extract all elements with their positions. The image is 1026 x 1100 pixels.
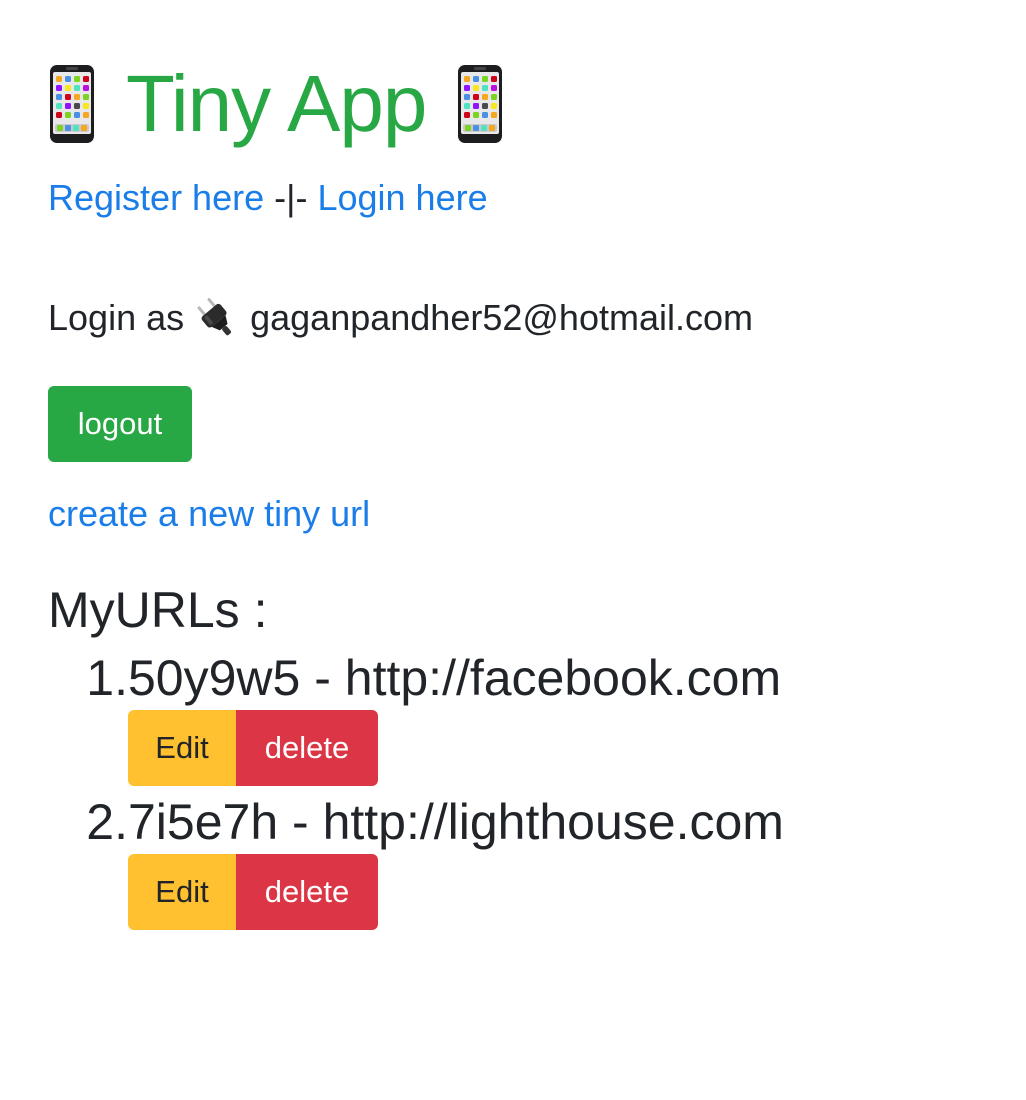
auth-links: Register here -|- Login here (48, 176, 488, 220)
plug-icon (194, 296, 238, 340)
list-item-number: 1. (86, 650, 128, 706)
myurls-heading: MyURLs : (48, 582, 268, 638)
edit-button[interactable]: Edit (128, 710, 236, 786)
mobile-phone-icon (48, 64, 96, 144)
login-link[interactable]: Login here (317, 177, 487, 218)
url-list: 1. 50y9w5 - http://facebook.com Edit del… (48, 646, 1008, 934)
list-item: 1. 50y9w5 - http://facebook.com Edit del… (48, 646, 1008, 790)
logout-button[interactable]: logout (48, 386, 192, 462)
create-url-link[interactable]: create a new tiny url (48, 492, 370, 536)
url-actions: Edit delete (128, 854, 378, 930)
url-entry-text: 7i5e7h - http://lighthouse.com (128, 794, 784, 850)
mobile-phone-icon (456, 64, 504, 144)
edit-button[interactable]: Edit (128, 854, 236, 930)
page-title: Tiny App (48, 56, 504, 152)
delete-button[interactable]: delete (236, 710, 378, 786)
login-as-label: Login as (48, 297, 185, 338)
auth-separator: -|- (274, 177, 318, 218)
user-email: gaganpandher52@hotmail.com (250, 297, 753, 338)
url-actions: Edit delete (128, 710, 378, 786)
url-entry-text: 50y9w5 - http://facebook.com (128, 650, 782, 706)
login-status: Login as gaganpandher52@hotmail.com (48, 296, 753, 340)
delete-button[interactable]: delete (236, 854, 378, 930)
app-title: Tiny App (126, 59, 427, 148)
list-item-number: 2. (86, 794, 128, 850)
list-item: 2. 7i5e7h - http://lighthouse.com Edit d… (48, 790, 1008, 934)
register-link[interactable]: Register here (48, 177, 264, 218)
